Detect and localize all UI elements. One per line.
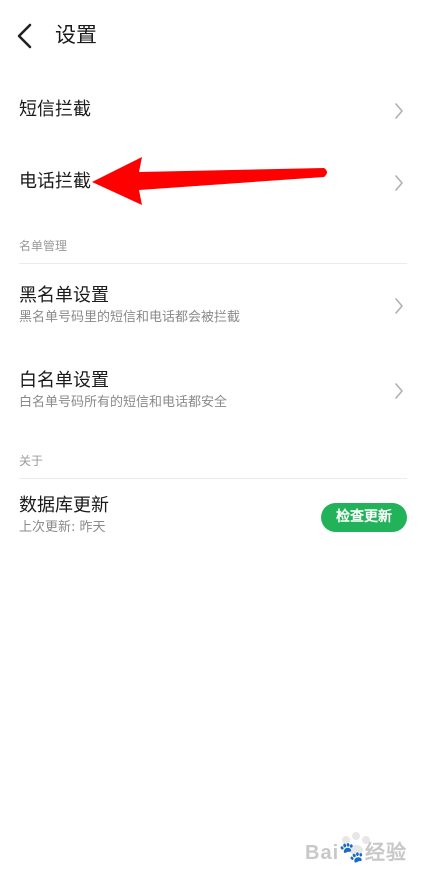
watermark-text: Bai🐾经验: [305, 842, 408, 864]
chevron-right-icon: [395, 298, 403, 314]
section-label-list-management: 名单管理: [19, 239, 68, 253]
chevron-right-icon: [395, 383, 403, 399]
chevron-right-icon: [395, 175, 403, 191]
whitelist-subtitle: 白名单号码所有的短信和电话都安全: [19, 395, 228, 410]
check-update-button[interactable]: 检查更新: [321, 503, 407, 532]
database-update-title: 数据库更新: [19, 495, 109, 516]
blacklist-subtitle: 黑名单号码里的短信和电话都会被拦截: [19, 310, 241, 325]
chevron-right-icon: [395, 103, 403, 119]
header-bar: 设置: [0, 0, 422, 72]
call-block-item[interactable]: 电话拦截: [0, 152, 422, 216]
whitelist-title: 白名单设置: [19, 370, 109, 391]
blacklist-settings-item[interactable]: 黑名单设置 黑名单号码里的短信和电话都会被拦截: [0, 272, 422, 342]
sms-block-label: 短信拦截: [19, 99, 91, 120]
call-block-label: 电话拦截: [19, 171, 91, 192]
database-last-updated: 上次更新: 昨天: [19, 520, 106, 535]
page-title: 设置: [55, 23, 97, 47]
section-divider: [19, 263, 407, 264]
section-divider: [19, 478, 407, 479]
whitelist-settings-item[interactable]: 白名单设置 白名单号码所有的短信和电话都安全: [0, 357, 422, 427]
sms-block-item[interactable]: 短信拦截: [0, 80, 422, 144]
section-label-about: 关于: [19, 454, 44, 468]
blacklist-title: 黑名单设置: [19, 285, 109, 306]
chevron-left-icon[interactable]: [14, 22, 38, 50]
